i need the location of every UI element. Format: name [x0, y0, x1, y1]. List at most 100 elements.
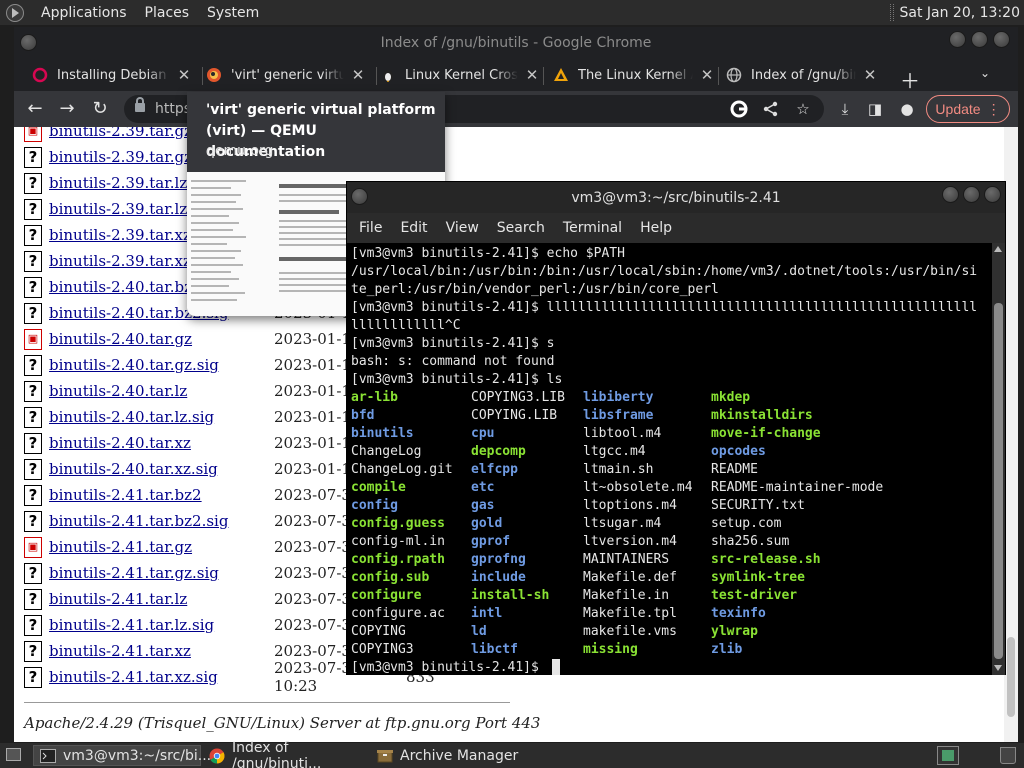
chrome-icon [209, 748, 225, 763]
tab-separator [202, 67, 203, 85]
system-menu[interactable]: System [198, 5, 268, 21]
menu-file[interactable]: File [350, 220, 391, 236]
side-panel-icon[interactable]: ◨ [866, 100, 884, 118]
menu-terminal[interactable]: Terminal [554, 220, 631, 236]
reload-button[interactable]: ↻ [89, 98, 111, 120]
tab-qemu[interactable]: 'virt' generic virtual platform ✕ [206, 60, 366, 90]
ls-entry: COPYING [351, 624, 406, 639]
close-icon[interactable]: ✕ [176, 66, 192, 84]
clock[interactable]: Sat Jan 20, 13:20 [900, 5, 1024, 21]
menu-search[interactable]: Search [488, 220, 554, 236]
taskbar-chrome[interactable]: Index of /gnu/binuti... [203, 740, 371, 768]
file-link[interactable]: binutils-2.40.tar.lz.sig [49, 408, 274, 426]
thumb-line [191, 222, 239, 224]
tab-label: Installing Debian via Network [57, 67, 170, 83]
file-link[interactable]: binutils-2.41.tar.gz.sig [49, 564, 274, 582]
scroll-down-arrow-icon[interactable] [994, 665, 1002, 671]
thumb-heading [279, 210, 339, 214]
page-scrollbar[interactable] [1004, 127, 1018, 742]
file-link[interactable]: binutils-2.41.tar.xz [49, 642, 274, 660]
close-icon[interactable]: ✕ [350, 66, 366, 84]
chrome-titlebar[interactable]: Index of /gnu/binutils - Google Chrome [14, 27, 1018, 58]
file-link[interactable]: binutils-2.41.tar.lz [49, 590, 274, 608]
terminal-window-menu-button[interactable] [351, 188, 368, 205]
ls-entry: ChangeLog [351, 444, 422, 459]
terminal-minimize-button[interactable] [942, 186, 959, 203]
unknown-file-icon: ? [24, 432, 42, 454]
ls-entry: compile [351, 480, 406, 495]
show-desktop-icon[interactable] [6, 748, 21, 761]
file-link[interactable]: binutils-2.41.tar.bz2.sig [49, 512, 274, 530]
thumb-line [191, 299, 237, 301]
menu-help[interactable]: Help [631, 220, 681, 236]
download-icon[interactable]: ⤓ [836, 100, 854, 118]
share-icon[interactable] [762, 100, 780, 118]
lock-icon[interactable] [135, 97, 145, 112]
file-link[interactable]: binutils-2.41.tar.lz.sig [49, 616, 274, 634]
terminal-output[interactable]: [vm3@vm3 binutils-2.41]$ echo $PATH/usr/… [347, 243, 992, 675]
menu-view[interactable]: View [437, 220, 488, 236]
page-scroll-thumb[interactable] [1007, 637, 1015, 717]
google-lens-icon[interactable] [730, 100, 748, 118]
terminal-menubar: File Edit View Search Terminal Help [347, 213, 1005, 243]
tab-kernel-archives[interactable]: The Linux Kernel Archives ✕ [553, 60, 715, 90]
menu-edit[interactable]: Edit [391, 220, 436, 236]
tab-debian[interactable]: Installing Debian via Network ✕ [32, 60, 192, 90]
trash-icon[interactable] [1000, 747, 1016, 764]
terminal-close-button[interactable] [984, 186, 1001, 203]
file-link[interactable]: binutils-2.40.tar.gz.sig [49, 356, 274, 374]
unknown-file-icon: ? [24, 354, 42, 376]
workspace-switcher[interactable] [937, 746, 959, 765]
maximize-button[interactable] [971, 31, 988, 48]
window-menu-button[interactable] [20, 34, 37, 51]
close-icon[interactable]: ✕ [524, 66, 540, 84]
minimize-button[interactable] [949, 31, 966, 48]
ls-entry: Makefile.def [583, 570, 677, 585]
terminal-scrollbar[interactable] [992, 243, 1005, 675]
ls-entry: config [351, 498, 398, 513]
thumb-line [191, 194, 241, 196]
terminal-titlebar[interactable]: vm3@vm3:~/src/binutils-2.41 [347, 182, 1005, 213]
terminal-maximize-button[interactable] [963, 186, 980, 203]
tab-binutils-index[interactable]: Index of /gnu/binutils ✕ [726, 60, 878, 90]
file-link[interactable]: binutils-2.41.tar.gz [49, 538, 274, 556]
close-window-button[interactable] [993, 31, 1010, 48]
file-link[interactable]: binutils-2.40.tar.gz [49, 330, 274, 348]
applications-menu[interactable]: Applications [32, 5, 136, 21]
ls-entry: depcomp [471, 444, 526, 459]
ls-entry: ltgcc.m4 [583, 444, 646, 459]
terminal-title: vm3@vm3:~/src/binutils-2.41 [571, 189, 781, 206]
terminal-line: /usr/local/bin:/usr/bin:/bin:/usr/local/… [351, 264, 978, 279]
bookmark-star-icon[interactable]: ☆ [794, 100, 812, 118]
ls-entry: ltmain.sh [583, 462, 654, 477]
ls-entry: config-ml.in [351, 534, 445, 549]
back-button[interactable]: ← [24, 98, 46, 120]
update-button[interactable]: Update ⋮ [926, 95, 1010, 123]
ls-entry: binutils [351, 426, 414, 441]
ls-entry: test-driver [711, 588, 798, 603]
ls-entry: elfcpp [471, 462, 518, 477]
taskbar-terminal[interactable]: vm3@vm3:~/src/bi... [33, 745, 211, 766]
file-link[interactable]: binutils-2.41.tar.xz.sig [49, 668, 274, 686]
forward-button[interactable]: → [56, 98, 78, 120]
close-icon[interactable]: ✕ [862, 66, 878, 84]
terminal-scroll-thumb[interactable] [994, 303, 1003, 659]
tab-search-icon[interactable]: ⌄ [980, 66, 990, 80]
profile-avatar-icon[interactable]: ● [898, 100, 916, 118]
ls-entry: ChangeLog.git [351, 462, 453, 477]
tab-kernel-cross[interactable]: Linux Kernel Cross Compiling ✕ [380, 60, 540, 90]
scroll-up-arrow-icon[interactable] [994, 246, 1002, 252]
places-menu[interactable]: Places [136, 5, 199, 21]
file-link[interactable]: binutils-2.41.tar.bz2 [49, 486, 274, 504]
close-icon[interactable]: ✕ [699, 66, 715, 84]
file-link[interactable]: binutils-2.40.tar.lz [49, 382, 274, 400]
ls-entry: opcodes [711, 444, 766, 459]
taskbar-archive-manager[interactable]: Archive Manager [371, 745, 539, 766]
file-link[interactable]: binutils-2.40.tar.xz.sig [49, 460, 274, 478]
ls-entry: install-sh [471, 588, 550, 603]
new-tab-button[interactable]: ＋ [900, 65, 920, 94]
file-link[interactable]: binutils-2.40.tar.xz [49, 434, 274, 452]
distro-logo-icon[interactable] [6, 3, 24, 22]
unknown-file-icon: ? [24, 380, 42, 402]
ls-entry: config.rpath [351, 552, 445, 567]
